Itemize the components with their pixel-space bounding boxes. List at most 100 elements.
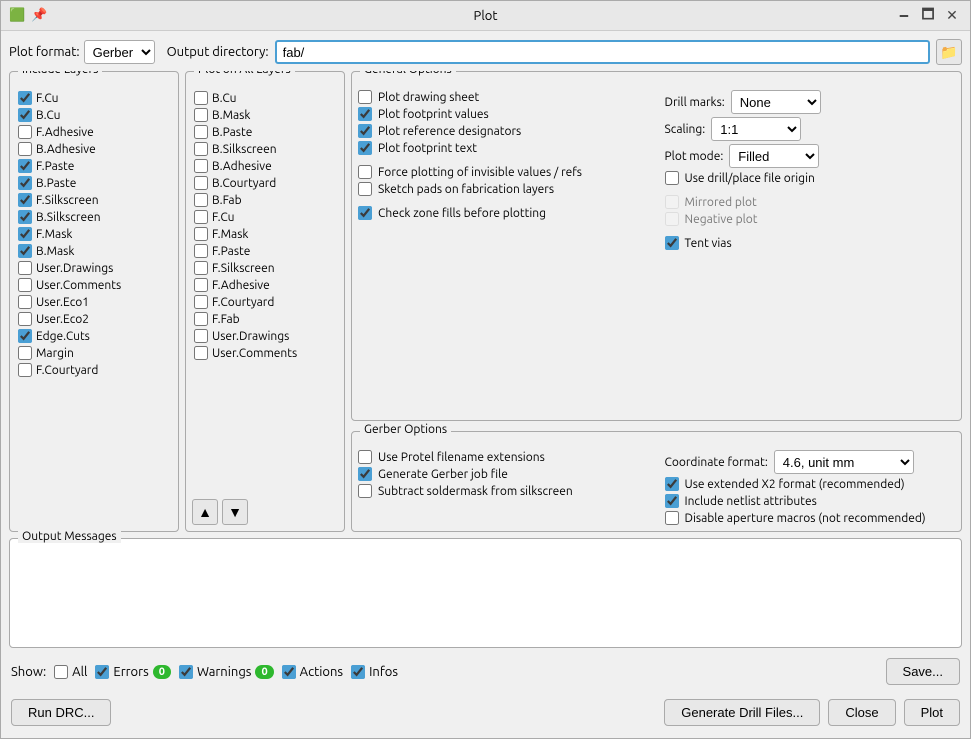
plot-format-select[interactable]: Gerber PS SVG DXF HPGL PDF (84, 40, 155, 64)
run-drc-button[interactable]: Run DRC... (11, 699, 111, 726)
layer-checkbox[interactable] (194, 193, 208, 207)
layer-checkbox[interactable] (18, 363, 32, 377)
move-down-button[interactable]: ▼ (222, 499, 248, 525)
list-item: F.Paste (16, 158, 186, 174)
layer-checkbox[interactable] (18, 278, 32, 292)
check-zone-fills-row: Check zone fills before plotting (358, 206, 649, 220)
disable-aperture-macros-checkbox[interactable] (665, 511, 679, 525)
content-area: Plot format: Gerber PS SVG DXF HPGL PDF … (1, 31, 970, 738)
layer-label: F.Courtyard (36, 364, 98, 377)
plot-footprint-values-checkbox[interactable] (358, 107, 372, 121)
layer-checkbox[interactable] (194, 210, 208, 224)
plot-drawing-sheet-checkbox[interactable] (358, 90, 372, 104)
layer-checkbox[interactable] (18, 210, 32, 224)
layer-checkbox[interactable] (18, 261, 32, 275)
layer-checkbox[interactable] (194, 261, 208, 275)
use-drill-origin-label: Use drill/place file origin (685, 172, 815, 185)
browse-folder-button[interactable]: 📁 (936, 39, 962, 65)
layer-label: B.Adhesive (212, 160, 272, 173)
layer-checkbox[interactable] (194, 278, 208, 292)
warnings-badge: 0 (255, 665, 273, 679)
layer-checkbox[interactable] (18, 295, 32, 309)
plot-footprint-text-checkbox[interactable] (358, 141, 372, 155)
layer-checkbox[interactable] (194, 295, 208, 309)
layer-label: F.Mask (36, 228, 72, 241)
plot-button[interactable]: Plot (904, 699, 960, 726)
use-protel-checkbox[interactable] (358, 450, 372, 464)
plot-mode-select[interactable]: Filled Sketch (729, 144, 819, 168)
layer-checkbox[interactable] (18, 125, 32, 139)
layer-label: B.Mask (36, 245, 74, 258)
include-netlist-checkbox[interactable] (665, 494, 679, 508)
use-extended-x2-checkbox[interactable] (665, 477, 679, 491)
layer-checkbox[interactable] (18, 346, 32, 360)
include-layers-list: F.CuB.CuF.AdhesiveB.AdhesiveF.PasteB.Pas… (16, 90, 186, 378)
list-item: User.Comments (192, 345, 338, 361)
show-errors-checkbox[interactable] (95, 665, 109, 679)
layer-checkbox[interactable] (194, 227, 208, 241)
layer-label: B.Paste (36, 177, 76, 190)
layer-label: B.Mask (212, 109, 250, 122)
layer-checkbox[interactable] (18, 159, 32, 173)
layer-checkbox[interactable] (18, 142, 32, 156)
force-plotting-invisible-label: Force plotting of invisible values / ref… (378, 166, 582, 179)
close-button[interactable]: Close (828, 699, 895, 726)
layer-checkbox[interactable] (18, 176, 32, 190)
titlebar-controls: 🗕 🗖 ✕ (894, 6, 962, 26)
show-infos-checkbox[interactable] (351, 665, 365, 679)
layer-checkbox[interactable] (18, 244, 32, 258)
layer-label: User.Drawings (36, 262, 113, 275)
layer-checkbox[interactable] (18, 227, 32, 241)
tent-vias-checkbox[interactable] (665, 236, 679, 250)
mirrored-plot-checkbox[interactable] (665, 195, 679, 209)
use-drill-origin-checkbox[interactable] (665, 171, 679, 185)
output-dir-input[interactable] (275, 40, 930, 64)
list-item: B.Adhesive (192, 158, 338, 174)
layer-checkbox[interactable] (18, 91, 32, 105)
layer-label: F.Silkscreen (212, 262, 275, 275)
layer-checkbox[interactable] (18, 193, 32, 207)
maximize-button[interactable]: 🗖 (918, 6, 938, 26)
layer-checkbox[interactable] (194, 312, 208, 326)
move-up-button[interactable]: ▲ (192, 499, 218, 525)
layer-checkbox[interactable] (18, 329, 32, 343)
check-zone-fills-checkbox[interactable] (358, 206, 372, 220)
negative-plot-checkbox[interactable] (665, 212, 679, 226)
generate-drill-files-button[interactable]: Generate Drill Files... (664, 699, 820, 726)
sketch-pads-checkbox[interactable] (358, 182, 372, 196)
drill-marks-select[interactable]: None Small Full (731, 90, 821, 114)
scaling-select[interactable]: 1:1 1:2 2:1 (711, 117, 801, 141)
show-warnings-checkbox[interactable] (179, 665, 193, 679)
show-all-checkbox[interactable] (54, 665, 68, 679)
layer-checkbox[interactable] (194, 176, 208, 190)
layer-label: F.Cu (36, 92, 58, 105)
right-buttons: Generate Drill Files... Close Plot (664, 699, 960, 726)
layer-checkbox[interactable] (18, 108, 32, 122)
layer-checkbox[interactable] (194, 125, 208, 139)
generate-gerber-job-checkbox[interactable] (358, 467, 372, 481)
layer-label: F.Silkscreen (36, 194, 99, 207)
subtract-soldermask-checkbox[interactable] (358, 484, 372, 498)
minimize-button[interactable]: 🗕 (894, 6, 914, 26)
plot-reference-designators-checkbox[interactable] (358, 124, 372, 138)
list-item: F.Mask (16, 226, 186, 242)
window-title: Plot (474, 9, 498, 23)
layer-checkbox[interactable] (194, 91, 208, 105)
show-actions-checkbox[interactable] (282, 665, 296, 679)
force-plotting-invisible-checkbox[interactable] (358, 165, 372, 179)
layer-checkbox[interactable] (194, 142, 208, 156)
save-button[interactable]: Save... (886, 658, 960, 685)
main-panels: Include Layers F.CuB.CuF.AdhesiveB.Adhes… (9, 71, 962, 532)
include-netlist-label: Include netlist attributes (685, 495, 817, 508)
layer-checkbox[interactable] (194, 108, 208, 122)
close-button[interactable]: ✕ (942, 6, 962, 26)
list-item: B.Fab (192, 192, 338, 208)
layer-checkbox[interactable] (18, 312, 32, 326)
layer-checkbox[interactable] (194, 244, 208, 258)
coord-format-select[interactable]: 4.6, unit mm 4.5, unit mm 4.6, unit inch (774, 450, 914, 474)
list-item: F.Fab (192, 311, 338, 327)
layer-checkbox[interactable] (194, 329, 208, 343)
layer-checkbox[interactable] (194, 346, 208, 360)
layer-checkbox[interactable] (194, 159, 208, 173)
list-item: F.Adhesive (16, 124, 186, 140)
